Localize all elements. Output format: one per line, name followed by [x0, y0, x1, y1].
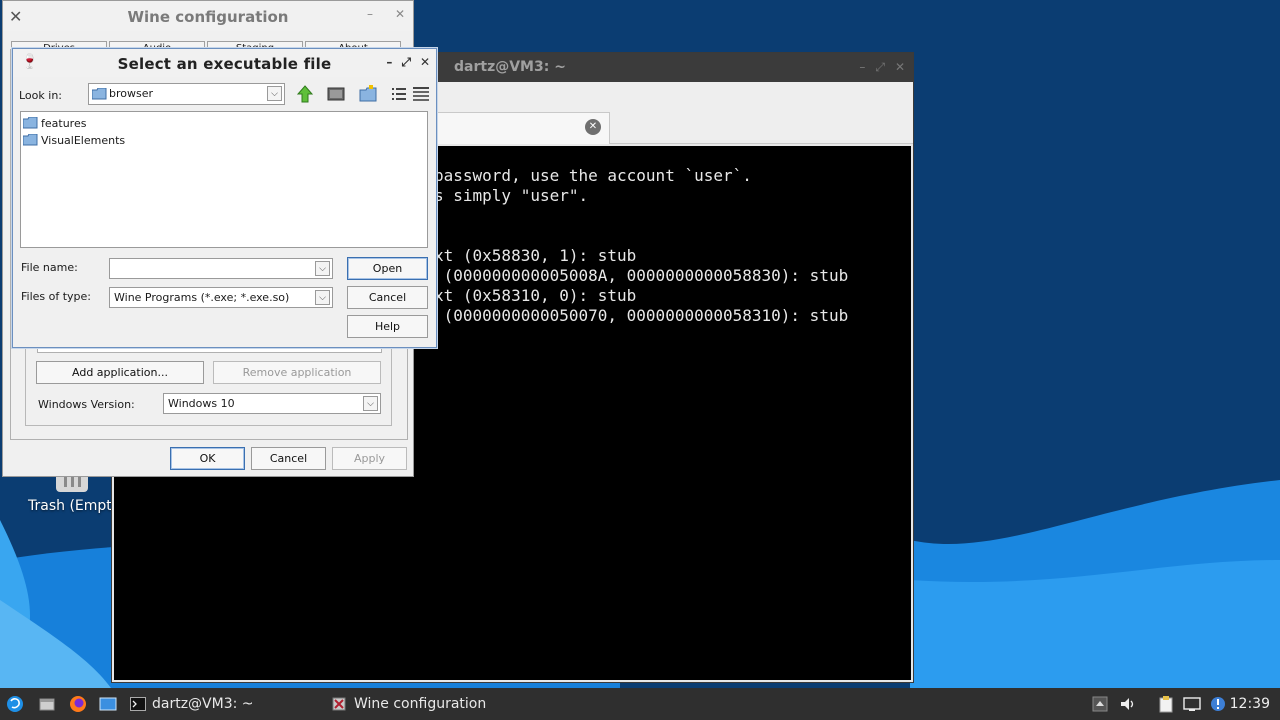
chevron-down-icon[interactable]: ⌵ — [315, 261, 330, 276]
select-executable-dialog[interactable]: 🍷 Select an executable file – ⤢ ✕ Look i… — [12, 48, 437, 348]
winecfg-titlebar[interactable]: ✕ Wine configuration – ✕ — [3, 1, 413, 31]
file-name-input[interactable]: ⌵ — [109, 258, 333, 279]
terminal-line: xt (0x58310, 0): stub — [434, 286, 637, 305]
file-list[interactable]: features VisualElements — [20, 111, 428, 248]
up-folder-icon[interactable] — [295, 84, 315, 104]
desktop-icon[interactable] — [326, 84, 346, 104]
app-menu-icon[interactable] — [6, 695, 24, 713]
tray-arrow-icon[interactable] — [1091, 695, 1109, 713]
ok-button[interactable]: OK — [170, 447, 245, 470]
task-wine-configuration[interactable]: Wine configuration — [330, 688, 530, 720]
terminal-line: (000000000005008A, 0000000000058830): st… — [434, 266, 849, 285]
task-label: dartz@VM3: ~ — [152, 696, 254, 712]
terminal-line: xt (0x58830, 1): stub — [434, 246, 637, 265]
folder-icon — [23, 134, 38, 146]
maximize-icon[interactable]: ⤢ — [401, 55, 411, 70]
file-manager-icon[interactable] — [38, 695, 56, 713]
look-in-select[interactable]: browser ⌵ — [88, 83, 285, 105]
dialog-title: Select an executable file — [117, 55, 332, 73]
task-terminal[interactable]: dartz@VM3: ~ — [130, 688, 320, 720]
cancel-button[interactable]: Cancel — [347, 286, 428, 309]
files-of-type-label: Files of type: — [21, 290, 92, 303]
apply-button[interactable]: Apply — [332, 447, 407, 470]
clipboard-icon[interactable] — [1157, 695, 1175, 713]
list-item[interactable]: features — [23, 115, 86, 131]
volume-icon[interactable] — [1119, 695, 1137, 713]
file-name: features — [41, 116, 87, 130]
look-in-label: Look in: — [19, 89, 62, 102]
close-icon[interactable]: ✕ — [420, 55, 430, 70]
show-desktop-icon[interactable] — [99, 695, 117, 713]
new-folder-icon[interactable] — [358, 84, 378, 104]
folder-icon — [23, 117, 38, 129]
add-application-button[interactable]: Add application... — [36, 361, 204, 384]
chevron-down-icon[interactable]: ⌵ — [363, 396, 378, 411]
firefox-icon[interactable] — [69, 695, 87, 713]
file-name: VisualElements — [41, 133, 126, 147]
wine-config-icon — [332, 697, 346, 711]
files-of-type-value: Wine Programs (*.exe; *.exe.so) — [114, 291, 290, 304]
maximize-icon[interactable]: ⤢ — [875, 60, 885, 75]
files-of-type-select[interactable]: Wine Programs (*.exe; *.exe.so) ⌵ — [109, 287, 333, 308]
terminal-line: (0000000000050070, 0000000000058310): st… — [434, 306, 849, 325]
folder-icon — [92, 88, 107, 100]
winecfg-title: Wine configuration — [127, 8, 289, 26]
notification-icon[interactable] — [1209, 695, 1227, 713]
open-button[interactable]: Open — [347, 257, 428, 280]
file-name-label: File name: — [21, 261, 78, 274]
desktop: Trash (Empt dartz@VM3: ~ – ⤢ ✕ ✕ passwor… — [0, 0, 1280, 688]
terminal-line: password, use the account `user`. — [434, 166, 752, 185]
terminal-line: s simply "user". — [434, 186, 589, 205]
network-icon[interactable] — [1183, 695, 1201, 713]
look-in-value: browser — [109, 87, 154, 100]
terminal-tab[interactable]: ✕ — [432, 112, 610, 144]
windows-version-label: Windows Version: — [38, 398, 135, 411]
remove-application-button[interactable]: Remove application — [213, 361, 381, 384]
tab-close-icon[interactable]: ✕ — [585, 119, 601, 135]
chevron-down-icon[interactable]: ⌵ — [267, 86, 282, 101]
minimize-icon[interactable]: – — [386, 55, 392, 70]
close-icon[interactable]: ✕ — [395, 7, 405, 21]
list-view-icon[interactable] — [389, 84, 409, 104]
minimize-icon[interactable]: – — [367, 7, 373, 21]
list-item[interactable]: VisualElements — [23, 132, 125, 148]
chevron-down-icon[interactable]: ⌵ — [315, 290, 330, 305]
windows-version-select[interactable]: Windows 10 ⌵ — [163, 393, 381, 414]
taskbar: dartz@VM3: ~ Wine configuration 12:39 — [0, 688, 1280, 720]
clock[interactable]: 12:39 — [1230, 696, 1270, 712]
cancel-button[interactable]: Cancel — [251, 447, 326, 470]
details-view-icon[interactable] — [411, 84, 431, 104]
dialog-titlebar[interactable]: 🍷 Select an executable file – ⤢ ✕ — [13, 49, 436, 77]
terminal-icon — [130, 697, 146, 711]
windows-version-value: Windows 10 — [168, 397, 235, 410]
task-label: Wine configuration — [354, 696, 487, 712]
terminal-title: dartz@VM3: ~ — [454, 59, 566, 75]
close-icon[interactable]: ✕ — [895, 60, 905, 75]
trash-label: Trash (Empt — [28, 498, 112, 514]
help-button[interactable]: Help — [347, 315, 428, 338]
minimize-icon[interactable]: – — [859, 60, 865, 75]
